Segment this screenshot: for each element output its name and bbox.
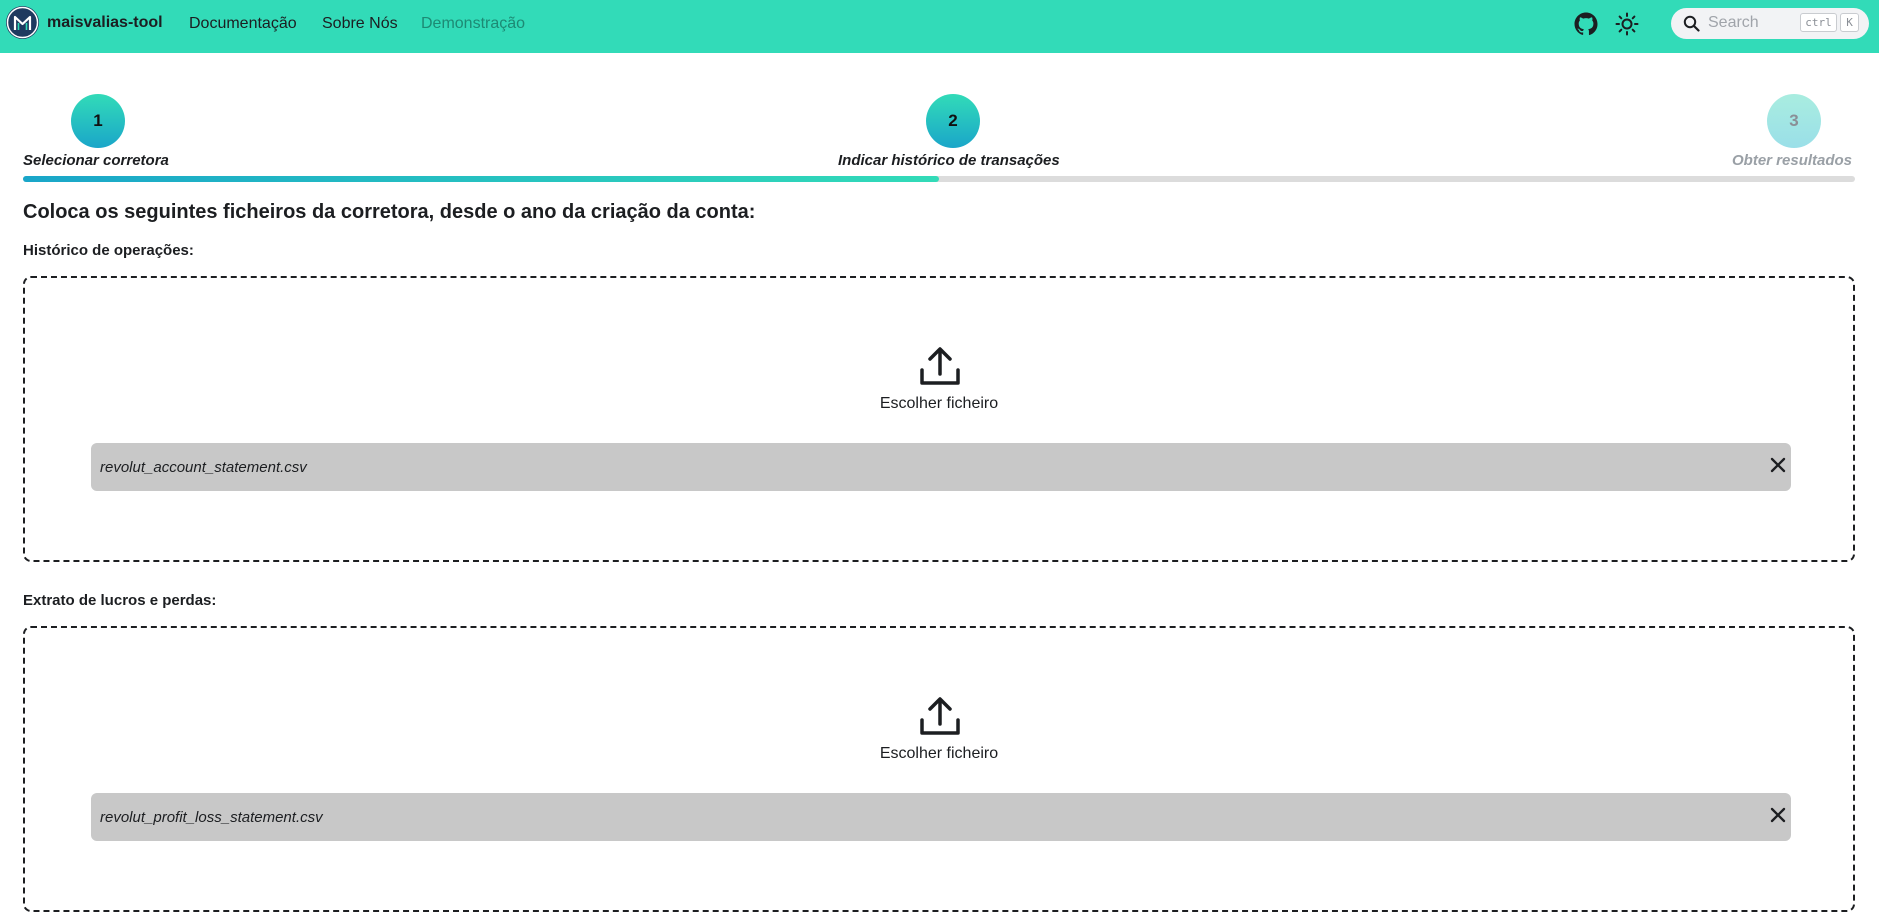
nav-link-demonstracao[interactable]: Demonstração [421,15,525,33]
search-placeholder: Search [1708,14,1759,31]
progress-bar [23,176,1855,182]
step-3-label: Obter resultados [1732,152,1853,169]
navbar: maisvalias-tool Documentação Sobre Nós D… [0,0,1879,53]
dropzone-extrato[interactable]: Escolher ficheiro revolut_profit_loss_st… [23,626,1855,912]
search-icon [1683,15,1700,32]
upload-icon[interactable] [918,344,962,388]
shortcut-key-k: K [1840,13,1859,32]
file-row: revolut_profit_loss_statement.csv [91,793,1791,841]
sun-icon[interactable] [1614,11,1640,37]
step-3-circle: 3 [1767,94,1821,148]
upload-icon[interactable] [918,694,962,738]
section-label-historico: Histórico de operações: [23,242,194,259]
step-1-label: Selecionar corretora [23,152,169,169]
file-name: revolut_account_statement.csv [100,459,307,476]
nav-link-documentacao[interactable]: Documentação [189,15,297,33]
maisvalias-logo-icon [6,6,39,39]
dropzone-historico[interactable]: Escolher ficheiro revolut_account_statem… [23,276,1855,562]
search-box[interactable]: Search ctrl K [1671,8,1869,39]
page-heading: Coloca os seguintes ficheiros da correto… [23,201,756,223]
choose-file-label[interactable]: Escolher ficheiro [25,395,1853,413]
github-icon[interactable] [1574,12,1598,36]
progress-bar-fill [23,176,939,182]
brand-link[interactable]: maisvalias-tool [6,6,163,39]
file-row: revolut_account_statement.csv [91,443,1791,491]
section-label-extrato: Extrato de lucros e perdas: [23,592,217,609]
brand-name: maisvalias-tool [47,13,163,31]
close-icon[interactable] [1769,806,1787,824]
step-2-label: Indicar histórico de transações [838,152,1060,169]
step-1-circle: 1 [71,94,125,148]
file-name: revolut_profit_loss_statement.csv [100,809,323,826]
step-2-circle: 2 [926,94,980,148]
choose-file-label[interactable]: Escolher ficheiro [25,745,1853,763]
close-icon[interactable] [1769,456,1787,474]
nav-link-sobre-nos[interactable]: Sobre Nós [322,15,398,33]
shortcut-key-ctrl: ctrl [1800,13,1837,32]
